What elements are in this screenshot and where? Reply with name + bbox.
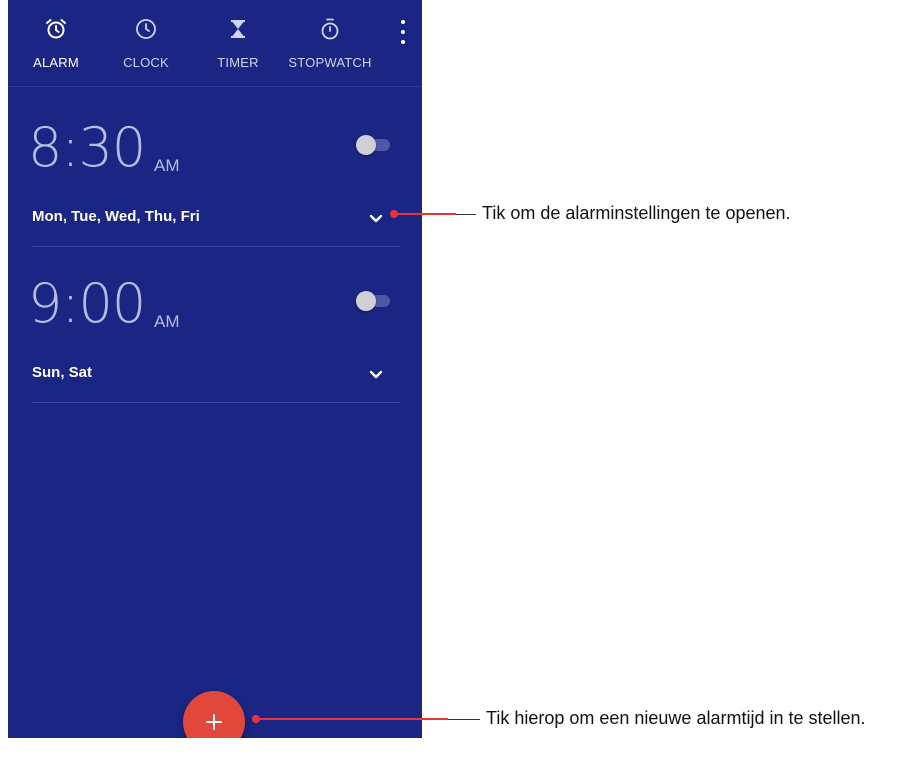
hourglass-icon: [231, 20, 245, 38]
tab-alarm[interactable]: ALARM: [8, 0, 104, 86]
alarm-divider: [32, 402, 400, 403]
alarm-toggle[interactable]: [356, 134, 392, 156]
tab-bar: ALARM CLOCK TIMER STOPWATCH: [8, 0, 422, 86]
alarm-divider: [32, 246, 400, 247]
alarm-clock-icon: [46, 19, 66, 39]
callout-settings: Tik om de alarminstellingen te openen.: [482, 203, 791, 223]
chevron-down-icon[interactable]: [364, 362, 388, 386]
tab-stopwatch[interactable]: STOPWATCH: [282, 0, 378, 86]
callout-line: [396, 213, 456, 215]
tab-divider: [8, 86, 422, 87]
more-vert-icon[interactable]: [398, 20, 408, 44]
callout-line: [456, 214, 476, 215]
add-alarm-button[interactable]: [183, 691, 245, 738]
callout-line: [258, 718, 448, 720]
stopwatch-icon: [321, 18, 339, 40]
clock-icon: [136, 19, 156, 39]
alarm-ampm: AM: [154, 312, 180, 331]
tab-clock-label: CLOCK: [123, 55, 169, 70]
callout-new-alarm: Tik hierop om een nieuwe alarmtijd in te…: [486, 708, 866, 728]
callout-line: [448, 719, 480, 720]
alarm-time[interactable]: 9:00: [28, 274, 146, 334]
add-icon: [206, 714, 222, 730]
alarm-item[interactable]: 9:00 AM Sun, Sat: [8, 274, 422, 404]
alarm-ampm: AM: [154, 156, 180, 175]
alarm-days: Sun, Sat: [32, 364, 93, 381]
alarm-toggle[interactable]: [356, 290, 392, 312]
tab-alarm-label: ALARM: [33, 55, 79, 70]
tab-stopwatch-label: STOPWATCH: [288, 55, 372, 70]
tab-clock[interactable]: CLOCK: [98, 0, 194, 86]
alarm-days: Mon, Tue, Wed, Thu, Fri: [32, 208, 200, 225]
tab-timer[interactable]: TIMER: [190, 0, 286, 86]
alarm-time[interactable]: 8:30: [28, 118, 146, 178]
chevron-down-icon[interactable]: [364, 206, 388, 230]
tab-timer-label: TIMER: [217, 55, 259, 70]
alarm-item[interactable]: 8:30 AM Mon, Tue, Wed, Thu, Fri: [8, 118, 422, 248]
alarm-app-screen: ALARM CLOCK TIMER STOPWATCH 8:30 AM Mon,…: [8, 0, 422, 738]
